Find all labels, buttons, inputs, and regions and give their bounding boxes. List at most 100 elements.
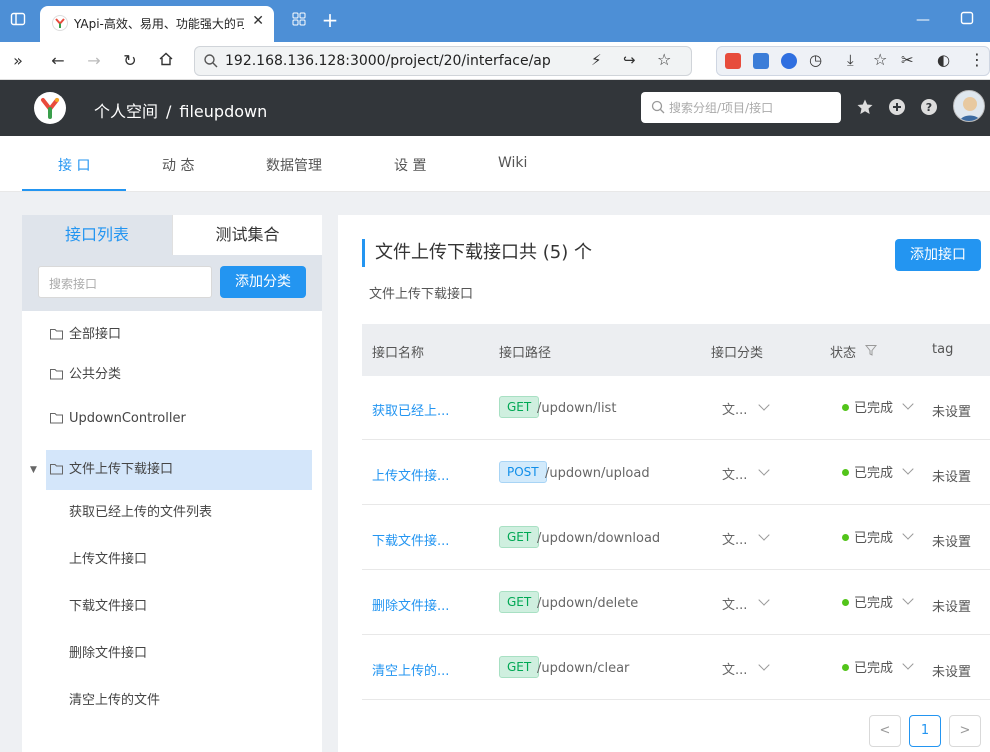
interface-search-input[interactable]: 搜索接口 [38,266,212,298]
column-name: 接口名称 [372,346,425,361]
star-icon[interactable] [856,98,874,116]
tab-close-icon[interactable]: ✕ [252,13,264,29]
home-icon[interactable] [156,51,176,71]
tree-leaf-download[interactable]: 下载文件接口 [69,595,147,615]
status-dot [842,534,849,541]
tree-leaf-upload[interactable]: 上传文件接口 [69,548,147,568]
table-row: 下载文件接... GET /updown/download 文... 已完成 未… [362,505,990,570]
browser-tab[interactable]: YApi-高效、易用、功能强大的可视化接口管理平台 ✕ [40,6,274,42]
tag-value: 未设置 [932,405,972,420]
pagination-prev-button[interactable]: < [869,715,901,747]
forward-icon[interactable]: → [84,51,104,71]
expand-icon[interactable]: » [8,51,28,71]
pagination-page-1[interactable]: 1 [909,715,941,747]
tab-test-collection[interactable]: 测试集合 [172,215,322,255]
pagination-next-button[interactable]: > [949,715,981,747]
tab-interface-list[interactable]: 接口列表 [22,215,172,255]
vpn-extension-icon[interactable] [781,53,797,69]
interface-name-link[interactable]: 上传文件接... [372,465,449,484]
yapi-favicon-icon [52,15,68,31]
caret-down-icon[interactable]: ▼ [30,465,50,475]
tab-grid-icon[interactable] [290,11,308,29]
pdf-extension-icon[interactable] [725,53,741,69]
share-icon[interactable]: ↪ [623,51,636,69]
status-select[interactable]: 已完成 [854,397,893,416]
theme-icon[interactable]: ◐ [937,51,950,69]
tree-leaf-list-files[interactable]: 获取已经上传的文件列表 [69,501,212,521]
reload-icon[interactable]: ↻ [120,51,140,71]
chevron-down-icon[interactable] [902,593,914,605]
category-select[interactable]: 文... [722,594,747,613]
tree-leaf-clear[interactable]: 清空上传的文件 [69,689,160,709]
tab-activity[interactable]: 动 态 [162,155,194,175]
download-icon[interactable]: ⤓ [847,51,854,69]
bookmark-star-icon[interactable]: ☆ [657,50,671,69]
url-text[interactable]: 192.168.136.128:3000/project/20/interfac… [225,53,551,69]
interface-name-link[interactable]: 下载文件接... [372,530,449,549]
tree-leaf-delete[interactable]: 删除文件接口 [69,642,147,662]
chevron-down-icon[interactable] [902,398,914,410]
active-tab-indicator [22,189,126,191]
interface-name-link[interactable]: 获取已经上... [372,400,449,419]
help-icon[interactable]: ? [920,98,938,116]
chevron-down-icon[interactable] [758,529,770,541]
tag-value: 未设置 [932,600,972,615]
breadcrumb-project[interactable]: fileupdown [179,102,267,121]
history-icon[interactable]: ◷ [809,51,822,69]
add-category-button[interactable]: 添加分类 [220,266,306,298]
back-icon[interactable]: ← [48,51,68,71]
table-row: 清空上传的... GET /updown/clear 文... 已完成 未设置 [362,635,990,700]
favorites-icon[interactable]: ☆ [873,50,887,69]
category-select[interactable]: 文... [722,529,747,548]
tree-item-updown-controller[interactable]: UpdownController [50,411,186,431]
breadcrumb: 个人空间 / fileupdown [94,98,275,122]
interface-path: /updown/delete [537,596,639,611]
tab-interface[interactable]: 接 口 [58,155,90,175]
category-select[interactable]: 文... [722,659,747,678]
interface-name-link[interactable]: 删除文件接... [372,595,449,614]
chevron-down-icon[interactable] [758,594,770,606]
chevron-down-icon[interactable] [902,658,914,670]
chevron-down-icon[interactable] [758,659,770,671]
filter-icon[interactable] [865,344,877,356]
svg-text:?: ? [926,101,932,114]
translate-extension-icon[interactable] [753,53,769,69]
chevron-down-icon[interactable] [902,528,914,540]
menu-dots-icon[interactable]: ⋮ [969,50,985,69]
column-path: 接口路径 [499,346,552,361]
add-interface-button[interactable]: 添加接口 [895,239,981,271]
global-search-placeholder: 搜索分组/项目/接口 [669,101,774,115]
category-select[interactable]: 文... [722,399,747,418]
url-box[interactable]: 192.168.136.128:3000/project/20/interfac… [194,46,692,76]
tree-item-public[interactable]: 公共分类 [50,363,121,383]
method-badge: GET [499,656,540,678]
chevron-down-icon[interactable] [758,464,770,476]
minimize-icon[interactable]: — [914,11,932,29]
maximize-icon[interactable] [958,11,976,29]
status-select[interactable]: 已完成 [854,527,893,546]
tree-item-file-updown[interactable]: ▼ 文件上传下载接口 [30,458,173,478]
lightning-icon[interactable]: ⚡ [591,51,602,69]
tab-wiki[interactable]: Wiki [498,155,527,171]
add-project-icon[interactable] [888,98,906,116]
status-select[interactable]: 已完成 [854,462,893,481]
sidebar-toggle-icon[interactable] [9,11,27,29]
avatar[interactable] [953,90,985,122]
yapi-logo-icon[interactable] [34,92,66,124]
interface-name-link[interactable]: 清空上传的... [372,660,449,679]
chevron-down-icon[interactable] [758,399,770,411]
global-search-input[interactable]: 搜索分组/项目/接口 [641,92,841,123]
tree-item-label: UpdownController [69,411,186,426]
category-select[interactable]: 文... [722,464,747,483]
breadcrumb-space[interactable]: 个人空间 [94,102,158,121]
table-row: 获取已经上... GET /updown/list 文... 已完成 未设置 [362,375,990,440]
status-select[interactable]: 已完成 [854,657,893,676]
chevron-down-icon[interactable] [902,463,914,475]
tab-settings[interactable]: 设 置 [394,155,426,175]
tab-data-management[interactable]: 数据管理 [266,155,322,175]
status-select[interactable]: 已完成 [854,592,893,611]
method-badge: GET [499,526,540,548]
tree-item-all[interactable]: 全部接口 [50,323,121,343]
new-tab-icon[interactable]: + [321,10,339,30]
screenshot-icon[interactable]: ✂ [901,51,914,69]
